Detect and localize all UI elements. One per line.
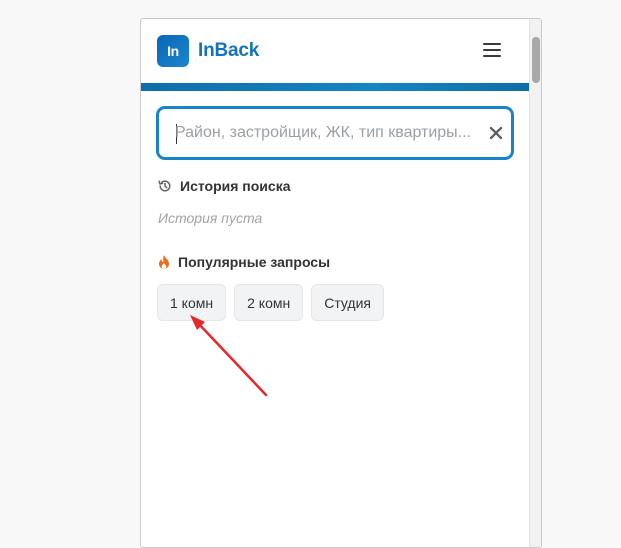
history-icon [158,180,171,192]
popular-title-text: Популярные запросы [178,254,331,270]
scrollbar-thumb[interactable] [532,37,540,83]
header: In InBack [141,19,529,83]
menu-line [483,55,501,57]
accent-bar [141,83,529,91]
scrollbar[interactable] [529,19,541,547]
search-box[interactable] [156,106,514,160]
menu-line [483,49,501,51]
logo-text[interactable]: InBack [198,40,259,62]
popular-section-title: Популярные запросы [157,254,330,270]
menu-line [483,43,501,45]
logo-mark[interactable]: In [157,35,189,67]
search-input[interactable] [175,121,475,145]
history-empty-text: История пуста [158,210,263,226]
history-title-text: История поиска [180,178,291,194]
chip-2-komn[interactable]: 2 комн [234,284,304,321]
mobile-viewport: In InBack История поиска История пуста [140,18,542,548]
chip-studio[interactable]: Студия [311,284,385,321]
chip-1-komn[interactable]: 1 комн [157,284,227,321]
popular-chips: 1 комн 2 комн Студия [157,284,385,321]
fire-icon [159,255,169,269]
close-icon[interactable] [486,123,506,143]
menu-icon[interactable] [482,41,504,59]
history-section-title: История поиска [157,178,290,194]
